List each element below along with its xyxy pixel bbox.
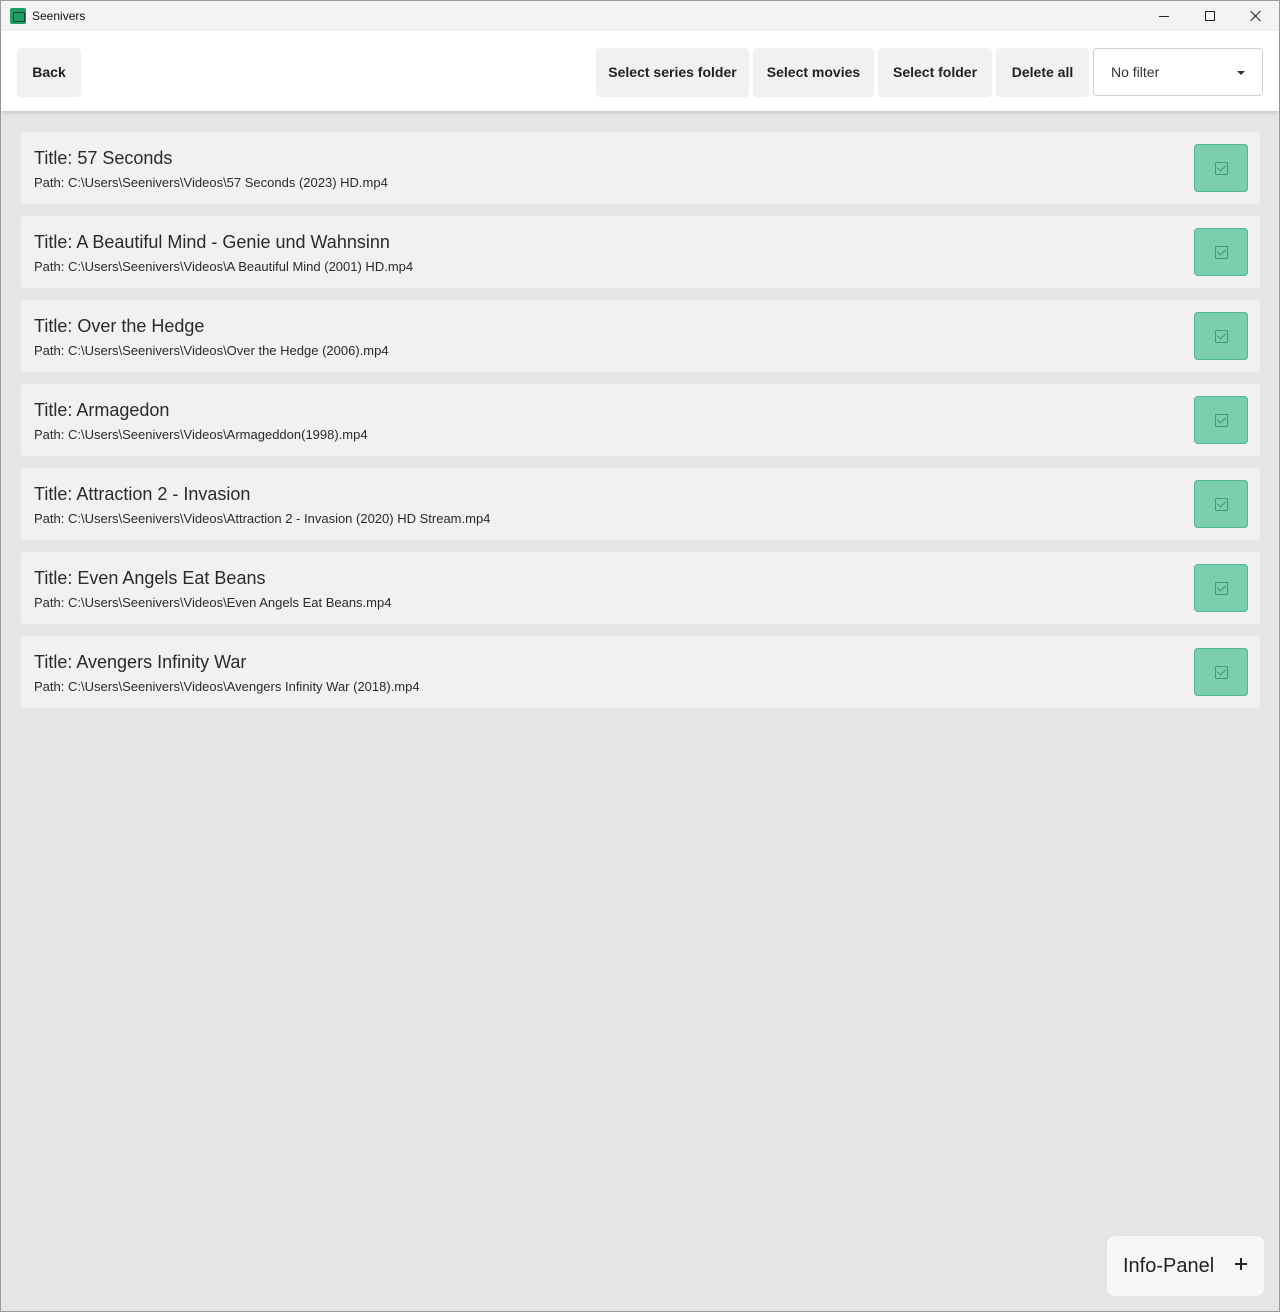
item-path: Path: C:\Users\Seenivers\Videos\Over the… xyxy=(34,343,389,358)
delete-all-button[interactable]: Delete all xyxy=(996,48,1089,96)
toolbar: Back Select series folder Select movies … xyxy=(1,31,1279,111)
list-item: Title: Armagedon Path: C:\Users\Seeniver… xyxy=(21,384,1260,456)
item-title: Title: Armagedon xyxy=(34,400,170,420)
app-window: Seenivers Back Select series folder Sele… xyxy=(0,0,1280,1312)
info-panel-label: Info-Panel xyxy=(1123,1254,1215,1277)
caret-down-icon xyxy=(1237,71,1245,75)
select-series-folder-button[interactable]: Select series folder xyxy=(596,48,749,96)
item-path: Path: C:\Users\Seenivers\Videos\Even Ang… xyxy=(34,595,392,610)
item-title: Title: A Beautiful Mind - Genie und Wahn… xyxy=(34,232,390,252)
check-icon xyxy=(1214,665,1228,679)
item-title: Title: Attraction 2 - Invasion xyxy=(34,484,251,504)
movie-list: Title: 57 Seconds Path: C:\Users\Seenive… xyxy=(21,132,1260,720)
item-path: Path: C:\Users\Seenivers\Videos\Armagedd… xyxy=(34,427,368,442)
window-title: Seenivers xyxy=(32,9,86,23)
select-movies-button[interactable]: Select movies xyxy=(753,48,874,96)
confirm-button[interactable] xyxy=(1194,564,1248,612)
check-icon xyxy=(1214,497,1228,511)
item-path: Path: C:\Users\Seenivers\Videos\Attracti… xyxy=(34,511,491,526)
item-path: Path: C:\Users\Seenivers\Videos\Avengers… xyxy=(34,679,420,694)
check-icon xyxy=(1214,329,1228,343)
minimize-button[interactable] xyxy=(1141,1,1187,31)
filter-dropdown[interactable]: No filter xyxy=(1093,48,1263,96)
check-icon xyxy=(1214,581,1228,595)
check-icon xyxy=(1214,161,1228,175)
list-item: Title: Attraction 2 - Invasion Path: C:\… xyxy=(21,468,1260,540)
close-icon xyxy=(1250,10,1262,22)
info-panel-toggle[interactable]: Info-Panel xyxy=(1107,1236,1264,1296)
filter-selected-value: No filter xyxy=(1111,64,1160,80)
window-controls xyxy=(1141,1,1279,31)
item-path: Path: C:\Users\Seenivers\Videos\57 Secon… xyxy=(34,175,388,190)
list-item: Title: Over the Hedge Path: C:\Users\See… xyxy=(21,300,1260,372)
app-icon xyxy=(10,8,26,24)
confirm-button[interactable] xyxy=(1194,396,1248,444)
confirm-button[interactable] xyxy=(1194,228,1248,276)
confirm-button[interactable] xyxy=(1194,312,1248,360)
check-icon xyxy=(1214,245,1228,259)
confirm-button[interactable] xyxy=(1194,648,1248,696)
item-title: Title: Over the Hedge xyxy=(34,316,205,336)
maximize-button[interactable] xyxy=(1187,1,1233,31)
plus-icon xyxy=(1235,1258,1247,1270)
item-title: Title: 57 Seconds xyxy=(34,148,173,168)
item-title: Title: Even Angels Eat Beans xyxy=(34,568,266,588)
confirm-button[interactable] xyxy=(1194,480,1248,528)
minimize-icon xyxy=(1159,15,1169,17)
list-item: Title: Even Angels Eat Beans Path: C:\Us… xyxy=(21,552,1260,624)
maximize-icon xyxy=(1205,11,1215,21)
list-item: Title: 57 Seconds Path: C:\Users\Seenive… xyxy=(21,132,1260,204)
list-item: Title: Avengers Infinity War Path: C:\Us… xyxy=(21,636,1260,708)
title-bar: Seenivers xyxy=(1,1,1279,31)
close-button[interactable] xyxy=(1233,1,1279,31)
confirm-button[interactable] xyxy=(1194,144,1248,192)
back-button[interactable]: Back xyxy=(17,48,81,96)
list-item: Title: A Beautiful Mind - Genie und Wahn… xyxy=(21,216,1260,288)
check-icon xyxy=(1214,413,1228,427)
select-folder-button[interactable]: Select folder xyxy=(878,48,992,96)
item-title: Title: Avengers Infinity War xyxy=(34,652,247,672)
item-path: Path: C:\Users\Seenivers\Videos\A Beauti… xyxy=(34,259,414,274)
